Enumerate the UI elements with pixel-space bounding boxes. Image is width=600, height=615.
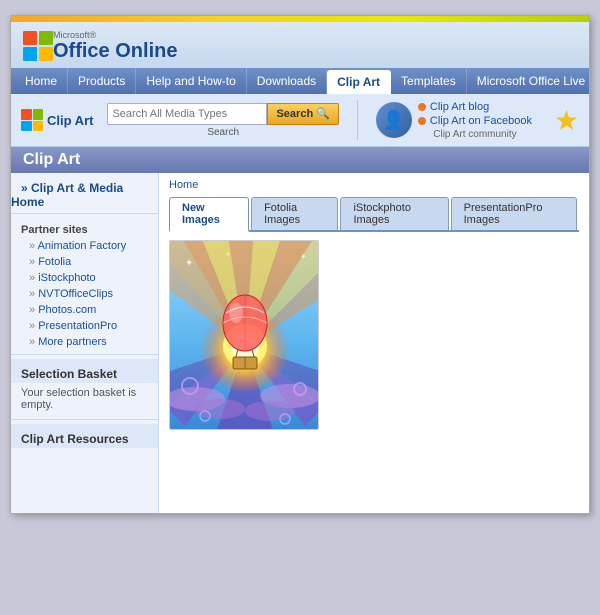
tab-new-images[interactable]: New Images xyxy=(169,197,249,232)
sidebar-divider-1 xyxy=(11,213,158,214)
nav-products[interactable]: Products xyxy=(68,68,136,94)
header: Microsoft® Office Online xyxy=(11,22,589,68)
sidebar: » Clip Art & Media Home Partner sites An… xyxy=(11,173,159,513)
nav-live[interactable]: Microsoft Office Live xyxy=(467,68,590,94)
content-area: Home New Images Fotolia Images iStockpho… xyxy=(159,173,589,513)
community-icon-area: 👤 Clip Art blog Clip Art on Facebook Cli… xyxy=(376,101,532,140)
sidebar-link-photoscom[interactable]: Photos.com xyxy=(11,302,158,318)
microsoft-logo-icon xyxy=(23,31,53,61)
tab-presentationpro-images[interactable]: PresentationPro Images xyxy=(451,197,577,230)
search-input-row: Search 🔍 xyxy=(107,103,338,125)
tab-istockphoto-images[interactable]: iStockphoto Images xyxy=(340,197,448,230)
main-window: Microsoft® Office Online Home Products H… xyxy=(10,15,590,514)
search-magnifier-icon: 🔍 xyxy=(316,107,330,120)
community-links-area: Clip Art blog Clip Art on Facebook Clip … xyxy=(418,101,532,140)
search-input[interactable] xyxy=(107,103,267,125)
sidebar-link-animation-factory[interactable]: Animation Factory xyxy=(11,238,158,254)
clip-art-bar: Clip Art Search 🔍 Search 👤 Clip Art blog xyxy=(11,94,589,147)
bullet-facebook xyxy=(418,117,426,125)
breadcrumb[interactable]: Home xyxy=(169,179,579,191)
sidebar-link-nvtofficeclips[interactable]: NVTOfficeClips xyxy=(11,286,158,302)
nav-templates[interactable]: Templates xyxy=(391,68,467,94)
search-area: Search 🔍 Search xyxy=(107,103,338,138)
search-sub-label: Search xyxy=(207,127,239,138)
office-logo-text: Microsoft® Office Online xyxy=(53,30,177,62)
sidebar-link-presentationpro[interactable]: PresentationPro xyxy=(11,318,158,334)
bar-divider xyxy=(357,100,358,140)
svg-text:✦: ✦ xyxy=(300,252,307,261)
page-title-bar: Clip Art xyxy=(11,147,589,173)
sidebar-divider-3 xyxy=(11,419,158,420)
nav-clipart[interactable]: Clip Art xyxy=(327,70,391,94)
bullet-blog xyxy=(418,103,426,111)
microsoft-label: Microsoft® xyxy=(53,30,177,40)
clip-art-image-svg: ✦ ✦ ★ xyxy=(170,241,319,430)
nav-help[interactable]: Help and How-to xyxy=(136,68,246,94)
page-title: Clip Art xyxy=(23,151,80,168)
svg-text:✦: ✦ xyxy=(185,258,193,269)
community-avatar-icon: 👤 xyxy=(376,102,412,138)
sidebar-divider-2 xyxy=(11,354,158,355)
nav-downloads[interactable]: Downloads xyxy=(247,68,327,94)
sidebar-media-home-link[interactable]: » Clip Art & Media Home xyxy=(11,177,123,213)
sidebar-selection-basket-text: Your selection basket is empty. xyxy=(11,383,158,415)
tab-fotolia-images[interactable]: Fotolia Images xyxy=(251,197,338,230)
main-content: » Clip Art & Media Home Partner sites An… xyxy=(11,173,589,513)
sidebar-link-istockphoto[interactable]: iStockphoto xyxy=(11,270,158,286)
clip-art-blog-link[interactable]: Clip Art blog xyxy=(430,101,489,113)
nav-bar: Home Products Help and How-to Downloads … xyxy=(11,68,589,94)
nav-home[interactable]: Home xyxy=(15,68,68,94)
sidebar-link-fotolia[interactable]: Fotolia xyxy=(11,254,158,270)
clip-art-small-icon xyxy=(21,109,43,131)
community-row-blog: Clip Art blog xyxy=(418,101,532,113)
sidebar-link-more-partners[interactable]: More partners xyxy=(11,334,158,350)
community-row-facebook: Clip Art on Facebook xyxy=(418,115,532,127)
svg-text:★: ★ xyxy=(225,251,230,258)
tabs-row: New Images Fotolia Images iStockphoto Im… xyxy=(169,197,579,232)
clip-art-image-display: ✦ ✦ ★ xyxy=(169,240,319,430)
sidebar-resources-title: Clip Art Resources xyxy=(11,424,158,448)
clip-art-icon-area: Clip Art xyxy=(21,109,93,131)
clip-art-facebook-link[interactable]: Clip Art on Facebook xyxy=(430,115,532,127)
community-footer-label: Clip Art community xyxy=(418,129,532,140)
search-button[interactable]: Search 🔍 xyxy=(267,103,338,125)
clip-art-section-label: Clip Art xyxy=(47,113,93,128)
favorites-star-icon: ★ xyxy=(554,104,579,137)
office-online-label: Office Online xyxy=(53,40,177,62)
sidebar-partner-sites-title: Partner sites xyxy=(11,218,158,238)
sidebar-selection-basket-title: Selection Basket xyxy=(11,359,158,383)
